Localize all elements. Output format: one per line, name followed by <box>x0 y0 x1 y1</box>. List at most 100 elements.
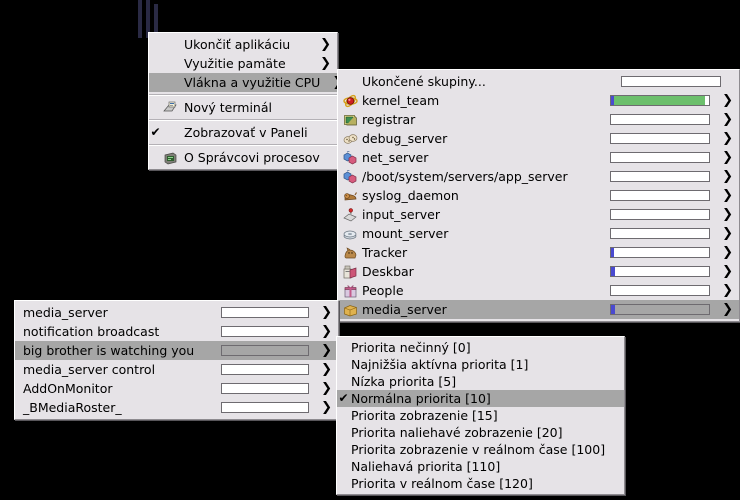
teams-menu-item-6[interactable]: syslog_daemon ❯ <box>338 186 739 205</box>
submenu-arrow-icon: ❯ <box>722 112 733 127</box>
priority-menu-item-7[interactable]: Naliehavá priorita [110] <box>337 458 624 475</box>
menu-item-label: Naliehavá priorita [110] <box>351 459 501 474</box>
cpu-gauge <box>610 228 711 239</box>
menu-item-label: Najnižšia aktívna priorita [1] <box>351 357 529 372</box>
processcontroller-main-menu[interactable]: Ukončiť aplikáciu ❯ Využitie pamäte ❯ Vlákna… <box>148 32 343 170</box>
main-menu-item-1[interactable]: Využitie pamäte ❯ <box>149 54 337 73</box>
teams-menu-item-2[interactable]: registrar ❯ <box>338 110 739 129</box>
submenu-arrow-icon: ❯ <box>320 37 331 52</box>
no-icon <box>162 56 180 72</box>
cpu-gauge <box>610 152 711 163</box>
menu-item-label: Priorita naliehavé zobrazenie [20] <box>351 425 563 440</box>
threads-menu-item-2[interactable]: big brother is watching you ❯ <box>15 341 338 360</box>
teams-menu-item-10[interactable]: Deskbar ❯ <box>338 262 739 281</box>
menu-item-label: registrar <box>362 112 416 127</box>
priority-menu-item-1[interactable]: Najnižšia aktívna priorita [1] <box>337 356 624 373</box>
menu-item-label: Priorita v reálnom čase [120] <box>351 476 533 491</box>
menu-item-label: Normálna priorita [10] <box>351 391 491 406</box>
terminal-icon <box>162 100 180 116</box>
net-icon <box>342 150 360 166</box>
submenu-arrow-icon: ❯ <box>722 283 733 298</box>
priority-menu-item-0[interactable]: Priorita nečinný [0] <box>337 339 624 356</box>
menu-item-label: net_server <box>362 150 429 165</box>
threads-menu-item-4[interactable]: AddOnMonitor ❯ <box>15 379 338 398</box>
cpu-gauge <box>610 190 711 201</box>
menu-item-label: kernel_team <box>362 93 440 108</box>
teams-menu-item-3[interactable]: debug_server ❯ <box>338 129 739 148</box>
menu-item-label: mount_server <box>362 226 449 241</box>
people-icon <box>342 283 360 299</box>
teams-menu-item-5[interactable]: /boot/system/servers/app_server ❯ <box>338 167 739 186</box>
teams-menu-item-1[interactable]: kernel_team ❯ <box>338 91 739 110</box>
submenu-arrow-icon: ❯ <box>321 400 332 415</box>
menu-item-label: Nízka priorita [5] <box>351 374 457 389</box>
media-icon <box>342 302 360 318</box>
menu-item-label: Ukončené skupiny... <box>362 74 486 89</box>
teams-menu-item-12[interactable]: media_server ❯ <box>338 300 739 319</box>
teams-menu-item-8[interactable]: mount_server ❯ <box>338 224 739 243</box>
priority-menu-item-8[interactable]: Priorita v reálnom čase [120] <box>337 475 624 492</box>
teams-menu-item-4[interactable]: net_server ❯ <box>338 148 739 167</box>
teams-menu-item-7[interactable]: input_server ❯ <box>338 205 739 224</box>
menu-item-label: big brother is watching you <box>23 343 195 358</box>
cpu-bar-1 <box>138 0 142 38</box>
teams-menu-item-11[interactable]: People ❯ <box>338 281 739 300</box>
cpu-gauge <box>221 383 310 394</box>
threads-submenu[interactable]: media_server ❯ notification broadcast ❯ big … <box>14 300 339 420</box>
menu-item-label: Priorita zobrazenie v reálnom čase [100] <box>351 442 606 457</box>
priority-menu-item-2[interactable]: Nízka priorita [5] <box>337 373 624 390</box>
cpu-gauge <box>610 171 711 182</box>
menu-item-label: Zobrazovať v Paneli <box>184 125 308 140</box>
menu-item-label: O Správcovi procesov <box>184 150 320 165</box>
threads-menu-item-0[interactable]: media_server ❯ <box>15 303 338 322</box>
cpu-gauge <box>221 402 310 413</box>
menu-item-label: _BMediaRoster_ <box>23 400 122 415</box>
menu-item-label: Využitie pamäte <box>184 56 286 71</box>
input-icon <box>342 207 360 223</box>
main-menu-item-2[interactable]: Vlákna a využitie CPU❯ <box>149 73 343 92</box>
threads-menu-item-3[interactable]: media_server control ❯ <box>15 360 338 379</box>
cpu-gauge <box>221 364 310 375</box>
submenu-arrow-icon: ❯ <box>722 207 733 222</box>
priority-menu-item-4[interactable]: Priorita zobrazenie [15] <box>337 407 624 424</box>
submenu-arrow-icon: ❯ <box>320 56 331 71</box>
priority-submenu[interactable]: Priorita nečinný [0] Najnižšia aktívna pr… <box>336 336 625 495</box>
menu-item-label: Vlákna a využitie CPU <box>184 75 321 90</box>
submenu-arrow-icon: ❯ <box>321 324 332 339</box>
submenu-arrow-icon: ❯ <box>321 343 332 358</box>
threads-menu-item-5[interactable]: _BMediaRoster_ ❯ <box>15 398 338 417</box>
menu-item-label: notification broadcast <box>23 324 160 339</box>
menu-item-label: media_server <box>23 305 108 320</box>
main-menu-item-6[interactable]: ✔ Zobrazovať v Paneli <box>149 123 337 142</box>
menu-item-label: Priorita nečinný [0] <box>351 340 471 355</box>
menu-item-label: media_server control <box>23 362 156 377</box>
threads-menu-item-1[interactable]: notification broadcast ❯ <box>15 322 338 341</box>
cpu-gauge <box>610 209 711 220</box>
debug-icon <box>342 131 360 147</box>
main-menu-item-4[interactable]: Nový terminál <box>149 98 337 117</box>
menu-item-label: Priorita zobrazenie [15] <box>351 408 498 423</box>
no-icon <box>162 75 180 91</box>
cpu-gauge <box>610 266 711 277</box>
mount-icon <box>342 226 360 242</box>
main-menu-item-0[interactable]: Ukončiť aplikáciu ❯ <box>149 35 337 54</box>
menu-item-label: Tracker <box>362 245 408 260</box>
teams-submenu[interactable]: Ukončené skupiny... kernel_team ❯ registrar… <box>337 69 740 322</box>
priority-menu-item-5[interactable]: Priorita naliehavé zobrazenie [20] <box>337 424 624 441</box>
submenu-arrow-icon: ❯ <box>722 302 733 317</box>
no-icon <box>162 37 180 53</box>
registrar-icon <box>342 112 360 128</box>
menu-item-label: AddOnMonitor <box>23 381 113 396</box>
priority-menu-item-3[interactable]: ✔ Normálna priorita [10] <box>337 390 624 407</box>
submenu-arrow-icon: ❯ <box>722 93 733 108</box>
menu-item-label: People <box>362 283 404 298</box>
teams-menu-item-0[interactable]: Ukončené skupiny... <box>338 72 739 91</box>
submenu-arrow-icon: ❯ <box>722 131 733 146</box>
priority-menu-item-6[interactable]: Priorita zobrazenie v reálnom čase [100] <box>337 441 624 458</box>
submenu-arrow-icon: ❯ <box>321 381 332 396</box>
menu-separator <box>149 144 337 146</box>
teams-menu-item-9[interactable]: Tracker ❯ <box>338 243 739 262</box>
main-menu-item-8[interactable]: O Správcovi procesov <box>149 148 337 167</box>
kernel-icon <box>342 93 360 109</box>
cpu-gauge <box>621 76 721 87</box>
